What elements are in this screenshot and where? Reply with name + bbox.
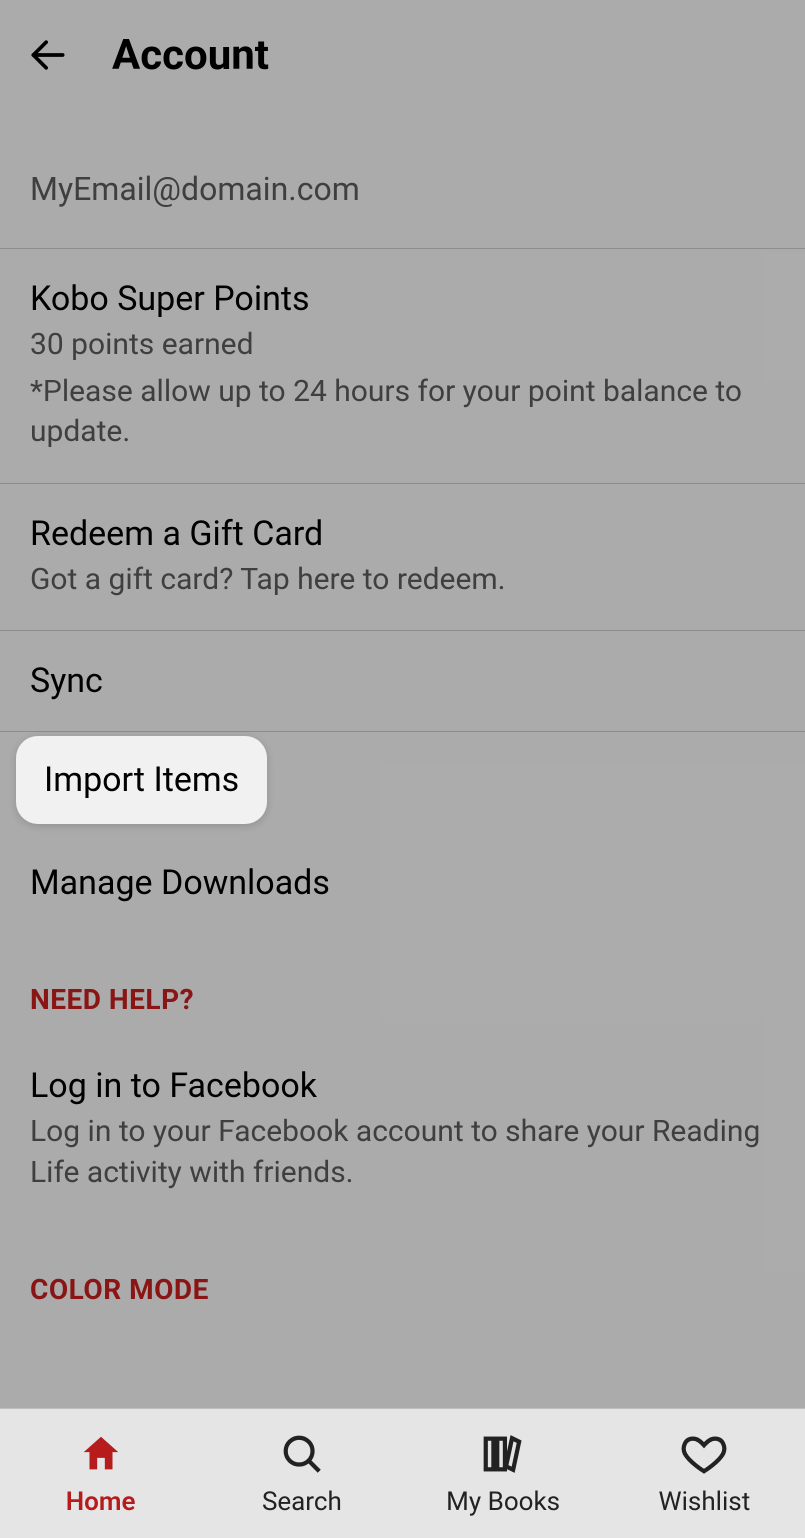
sync-row[interactable]: Sync [0, 631, 805, 732]
nav-search[interactable]: Search [201, 1409, 402, 1538]
row-sub: *Please allow up to 24 hours for your po… [30, 372, 775, 453]
row-sub: 30 points earned [30, 325, 775, 366]
page-title: Account [112, 31, 269, 80]
account-email-row[interactable]: MyEmail@domain.com [0, 110, 805, 249]
kobo-points-row[interactable]: Kobo Super Points 30 points earned *Plea… [0, 249, 805, 484]
account-email: MyEmail@domain.com [30, 170, 360, 208]
tooltip-label: Import Items [44, 760, 239, 800]
import-items-tooltip[interactable]: Import Items [16, 736, 267, 824]
row-title: Kobo Super Points [30, 279, 775, 319]
nav-label: Home [66, 1487, 136, 1517]
row-title: Redeem a Gift Card [30, 514, 775, 554]
books-icon [480, 1431, 526, 1477]
nav-my-books[interactable]: My Books [403, 1409, 604, 1538]
row-sub: Log in to your Facebook account to share… [30, 1112, 775, 1193]
account-screen: Account MyEmail@domain.com Kobo Super Po… [0, 0, 805, 1538]
row-sub: Got a gift card? Tap here to redeem. [30, 560, 775, 601]
row-title: Log in to Facebook [30, 1066, 775, 1106]
color-mode-section-header: COLOR MODE [0, 1223, 805, 1326]
manage-downloads-row[interactable]: Manage Downloads [0, 833, 805, 933]
bottom-nav: Home Search My Books Wishlist [0, 1408, 805, 1538]
arrow-left-icon [26, 33, 70, 77]
header: Account [0, 0, 805, 110]
nav-label: My Books [446, 1487, 560, 1517]
back-button[interactable] [24, 31, 72, 79]
nav-label: Wishlist [659, 1487, 751, 1517]
row-title: Sync [30, 661, 775, 701]
nav-label: Search [262, 1487, 342, 1517]
need-help-section-header: NEED HELP? [0, 933, 805, 1036]
home-icon [78, 1431, 124, 1477]
nav-home[interactable]: Home [0, 1409, 201, 1538]
nav-wishlist[interactable]: Wishlist [604, 1409, 805, 1538]
heart-icon [681, 1431, 727, 1477]
dark-mode-row[interactable]: Dark Mode [0, 1326, 805, 1396]
row-title: Manage Downloads [30, 863, 775, 903]
facebook-login-row[interactable]: Log in to Facebook Log in to your Facebo… [0, 1036, 805, 1223]
redeem-gift-card-row[interactable]: Redeem a Gift Card Got a gift card? Tap … [0, 484, 805, 632]
search-icon [279, 1431, 325, 1477]
